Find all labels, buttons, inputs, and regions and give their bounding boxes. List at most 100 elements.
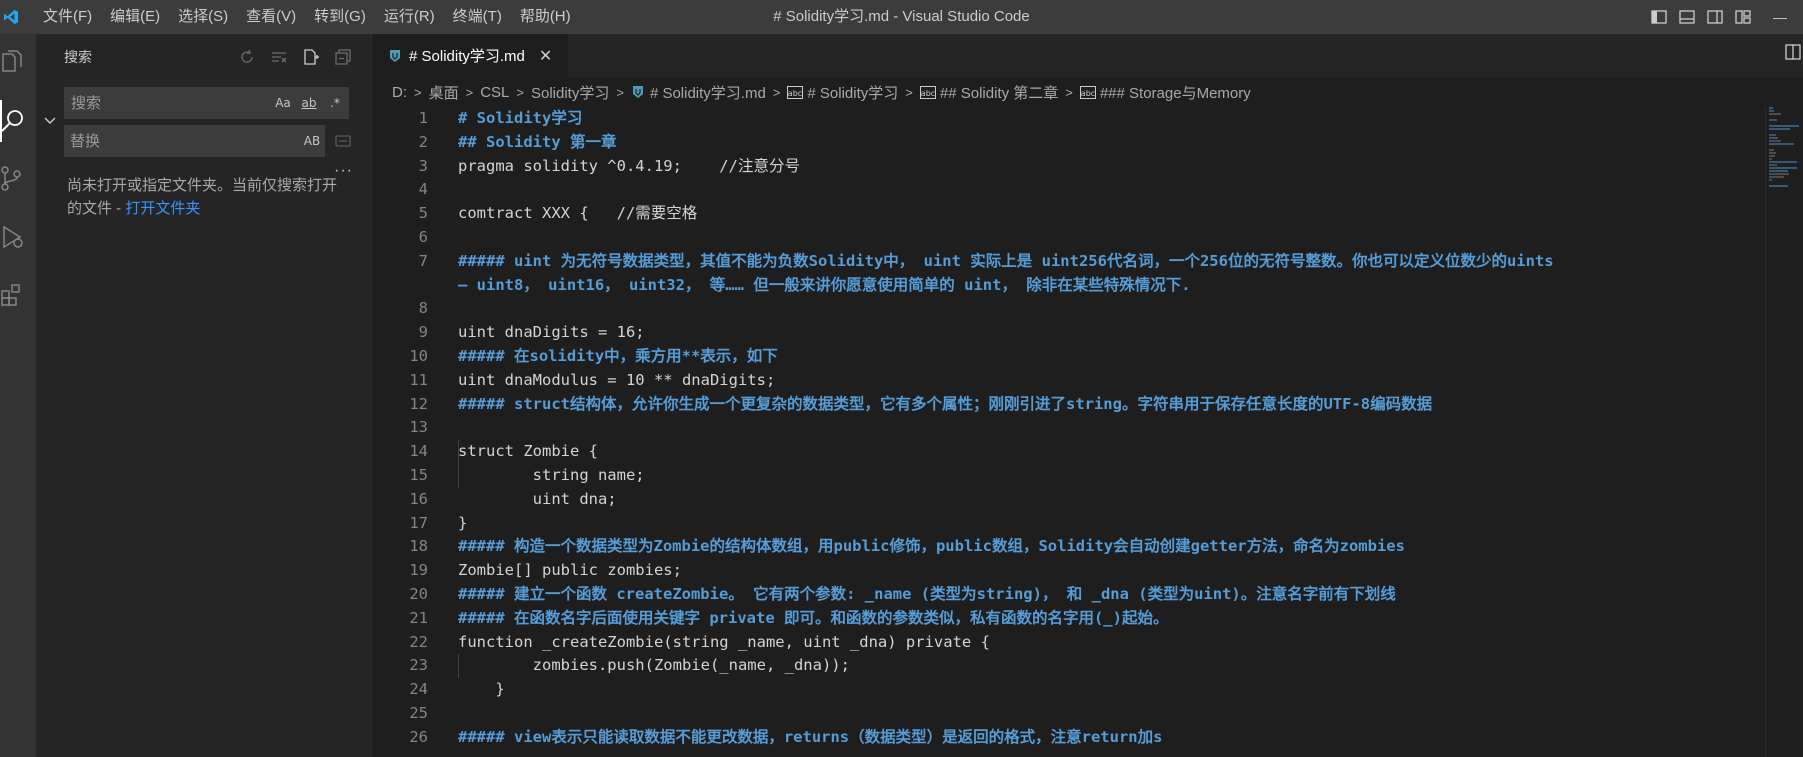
code-line: 23 zombies.push(Zombie(_name, _dna)); <box>372 654 1742 678</box>
line-number: 5 <box>418 204 428 223</box>
toggle-panel-icon[interactable] <box>1673 0 1701 34</box>
code-text: ##### 构造一个数据类型为Zombie的结构体数组，用public修饰，pu… <box>458 537 1405 556</box>
split-editor-icon[interactable] <box>1783 42 1803 62</box>
code-editor[interactable]: 1 # Solidity学习 2 ## Solidity 第一章 3 pragma sol… <box>372 107 1803 757</box>
code-line: 21 ##### 在函数名字后面使用关键字 private 即可。和函数的参数类似… <box>372 607 1742 631</box>
run-debug-icon[interactable] <box>0 208 36 266</box>
minimap-line <box>1769 143 1795 145</box>
source-control-icon[interactable] <box>0 150 36 208</box>
menu-file[interactable]: 文件(F) <box>34 0 101 34</box>
breadcrumb-symbol[interactable]: abc ### Storage与Memory <box>1079 82 1251 103</box>
match-case-toggle[interactable]: Aa <box>270 96 296 110</box>
minimap-line <box>1769 128 1790 130</box>
explorer-icon[interactable] <box>0 34 36 92</box>
breadcrumb-item[interactable]: Solidity学习 <box>531 82 609 103</box>
line-number: 14 <box>409 442 428 461</box>
breadcrumb: D: > 桌面 > CSL > Solidity学习 > # Solidity学… <box>372 77 1803 107</box>
breadcrumb-item[interactable]: CSL <box>480 84 509 101</box>
search-field: Aa ab .* <box>64 87 349 119</box>
code-line: 6 <box>372 226 1742 250</box>
replace-input[interactable] <box>64 126 299 156</box>
code-line: 13 <box>372 416 1742 440</box>
tab-label: # Solidity学习.md <box>409 48 525 65</box>
line-number: 11 <box>409 370 428 389</box>
code-line: 7 ##### uint 为无符号数据类型，其值不能为负数Solidity中， u… <box>372 250 1742 274</box>
code-text: comtract XXX { //需要空格 <box>458 204 698 223</box>
minimap-line <box>1769 152 1776 154</box>
minimap-line <box>1769 158 1772 160</box>
editor-tab[interactable]: # Solidity学习.md ✕ <box>372 34 568 77</box>
titlebar-controls: — <box>1645 0 1803 34</box>
code-line: 18 ##### 构造一个数据类型为Zombie的结构体数组，用public修饰，… <box>372 535 1742 559</box>
menu-edit[interactable]: 编辑(E) <box>101 0 169 34</box>
chevron-right-icon: > <box>616 84 624 100</box>
breadcrumb-symbol[interactable]: abc # Solidity学习 <box>787 82 898 103</box>
new-search-editor-icon[interactable] <box>301 47 321 67</box>
code-line: 26 ##### view表示只能读取数据不能更改数据，returns（数据类型）… <box>372 726 1742 750</box>
code-text: zombies.push(Zombie(_name, _dna)); <box>458 656 850 675</box>
svg-text:abc: abc <box>921 89 935 98</box>
sidebar-actions <box>237 34 353 80</box>
code-text: pragma solidity ^0.4.19; //注意分号 <box>458 156 800 175</box>
breadcrumb-item[interactable]: 桌面 <box>429 82 459 103</box>
breadcrumb-file[interactable]: # Solidity学习.md <box>631 82 766 103</box>
menu-help[interactable]: 帮助(H) <box>511 0 580 34</box>
code-line: 15 string name; <box>372 464 1742 488</box>
replace-all-icon[interactable] <box>333 131 353 151</box>
menu-run[interactable]: 运行(R) <box>375 0 444 34</box>
menu-selection[interactable]: 选择(S) <box>169 0 237 34</box>
svg-text:abc: abc <box>788 89 802 98</box>
breadcrumb-item[interactable]: D: <box>392 84 407 101</box>
minimap-line <box>1769 173 1789 175</box>
line-number: 21 <box>409 608 428 627</box>
chevron-right-icon: > <box>465 84 474 100</box>
regex-toggle[interactable]: .* <box>322 96 348 110</box>
menu-go[interactable]: 转到(G) <box>305 0 375 34</box>
whole-word-toggle[interactable]: ab <box>296 96 322 110</box>
line-number: 22 <box>409 632 428 651</box>
minimap-line <box>1769 185 1789 187</box>
refresh-icon[interactable] <box>237 47 257 67</box>
toggle-secondary-sidebar-icon[interactable] <box>1701 0 1729 34</box>
clear-results-icon[interactable] <box>269 47 289 67</box>
code-line: 8 <box>372 297 1742 321</box>
collapse-all-icon[interactable] <box>333 47 353 67</box>
sidebar-title: 搜索 <box>64 49 92 65</box>
code-line: 9 uint dnaDigits = 16; <box>372 321 1742 345</box>
search-icon[interactable] <box>0 92 36 150</box>
menu-view[interactable]: 查看(V) <box>237 0 305 34</box>
search-input[interactable] <box>65 88 270 118</box>
breadcrumb-file-label: # Solidity学习.md <box>649 84 766 102</box>
breadcrumb-symbol-label: # Solidity学习 <box>807 84 899 102</box>
minimap-line <box>1769 113 1781 115</box>
line-number: 17 <box>409 513 428 532</box>
line-number: 19 <box>409 561 428 580</box>
line-number: 13 <box>409 418 428 437</box>
code-line: 19 Zombie[] public zombies; <box>372 559 1742 583</box>
preserve-case-toggle[interactable]: AB <box>299 134 325 148</box>
toggle-replace-chevron-icon[interactable] <box>44 114 56 126</box>
toggle-primary-sidebar-icon[interactable] <box>1645 0 1673 34</box>
code-text: ##### 建立一个函数 createZombie。 它有两个参数: _name… <box>458 585 1396 603</box>
code-text: ##### 在solidity中，乘方用**表示，如下 <box>458 347 778 365</box>
customize-layout-icon[interactable] <box>1729 0 1757 34</box>
string-symbol-icon: abc <box>919 85 936 99</box>
no-folder-message: 尚未打开或指定文件夹。当前仅搜索打开的文件 - 打开文件夹 <box>67 174 347 220</box>
close-icon[interactable]: ✕ <box>539 46 552 66</box>
minimap-line <box>1769 110 1775 112</box>
code-text: struct Zombie { <box>458 442 598 461</box>
code-line: 14 struct Zombie { <box>372 440 1742 464</box>
title-bar: 文件(F) 编辑(E) 选择(S) 查看(V) 转到(G) 运行(R) 终端(T… <box>0 0 1803 34</box>
line-number: 7 <box>418 251 428 270</box>
open-folder-link[interactable]: 打开文件夹 <box>125 200 200 217</box>
code-line: 25 <box>372 702 1742 726</box>
extensions-icon[interactable] <box>0 266 36 324</box>
breadcrumb-symbol[interactable]: abc ## Solidity 第二章 <box>919 82 1058 103</box>
minimap-line <box>1769 107 1774 109</box>
line-number: 15 <box>409 466 428 484</box>
menu-terminal[interactable]: 终端(T) <box>444 0 511 34</box>
markdown-file-icon <box>632 86 643 98</box>
minimize-button[interactable]: — <box>1757 0 1803 34</box>
minimap[interactable] <box>1767 107 1803 507</box>
vscode-logo-icon <box>0 0 22 34</box>
